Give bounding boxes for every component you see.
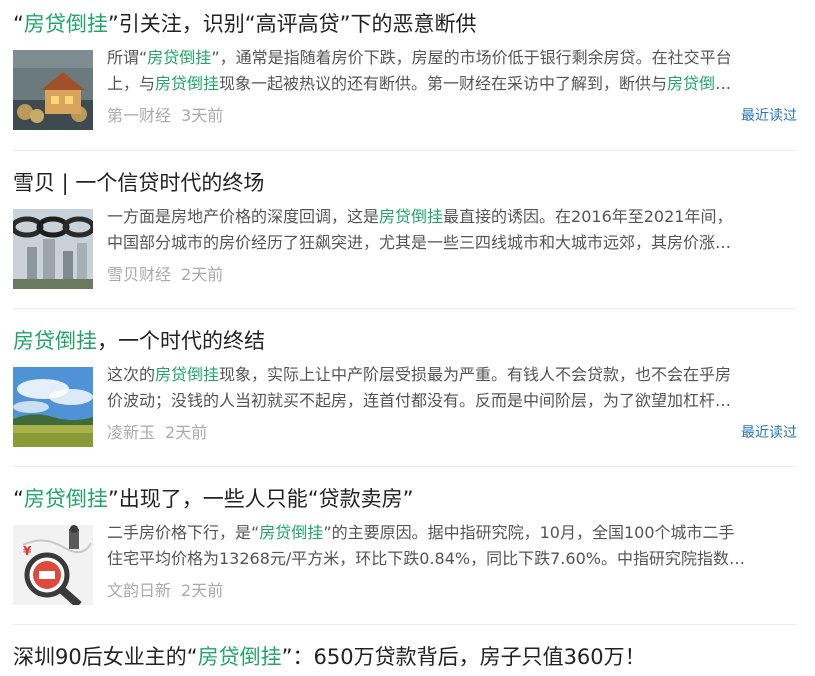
divider xyxy=(13,308,797,309)
article-meta: 第一财经 3天前 xyxy=(107,104,223,128)
article-time: 2天前 xyxy=(181,265,224,284)
text-segment: ”引关注，识别“高评高贷”下的恶意断供 xyxy=(107,12,477,36)
text-segment: 这次的 xyxy=(107,365,156,384)
recently-read-badge[interactable]: 最近读过 xyxy=(741,106,797,126)
text-segment: 深圳90后女业主的“ xyxy=(13,645,198,669)
highlighted-keyword: 房贷倒挂 xyxy=(155,365,220,384)
text-segment: 雪贝 | 一个信贷时代的终场 xyxy=(13,171,265,195)
article-item[interactable]: 深圳90后女业主的“房贷倒挂”：650万贷款背后，房子只值360万！ xyxy=(13,642,797,674)
house-model-coins-image[interactable] xyxy=(13,50,93,130)
snippet-line: 一方面是房地产价格的深度回调，这是房贷倒挂最直接的诱因。在2016年至2021年… xyxy=(107,204,797,230)
highlighted-keyword: 房贷倒挂 xyxy=(259,523,324,542)
text-segment: 二手房价格下行，是“ xyxy=(107,523,260,542)
snippet-line: 所谓“房贷倒挂”，通常是指随着房价下跌，房屋的市场价低于银行剩余房贷。在社交平台 xyxy=(107,45,797,71)
text-segment: 现象，实际上让中产阶层受损最为严重。有钱人不会贷款，也不会在乎房 xyxy=(219,365,732,384)
article-meta: 凌新玉 2天前 xyxy=(107,421,207,445)
text-segment: ”出现了，一些人只能“贷款卖房” xyxy=(107,487,414,511)
highlighted-keyword: 房贷倒挂 xyxy=(13,329,97,353)
svg-text:¥: ¥ xyxy=(23,544,32,558)
text-segment: ”，通常是指随着房价下跌，房屋的市场价低于银行剩余房贷。在社交平台 xyxy=(211,48,732,67)
text-segment: “ xyxy=(13,487,24,511)
text-segment: 上，与 xyxy=(107,74,156,93)
article-snippet: 所谓“房贷倒挂”，通常是指随着房价下跌，房屋的市场价低于银行剩余房贷。在社交平台… xyxy=(107,45,797,97)
magnifier-loan-image[interactable]: ¥ xyxy=(13,525,93,605)
text-segment: 住宅平均价格为13268元/平方米，环比下跌0.84%，同比下跌7.60%。中指… xyxy=(107,549,745,568)
article-source[interactable]: 文韵日新 xyxy=(107,581,171,600)
text-segment: 价波动；没钱的人当初就买不起房，连首付都没有。反而是中间阶层，为了欲望加杠杆… xyxy=(107,391,732,410)
chain-buildings-image[interactable] xyxy=(13,209,93,289)
text-segment: 一方面是房地产价格的深度回调，这是 xyxy=(107,207,380,226)
text-segment: 最直接的诱因。在2016年至2021年间， xyxy=(443,207,733,226)
article-source[interactable]: 凌新玉 xyxy=(107,423,155,442)
text-segment: ”：650万贷款背后，房子只值360万！ xyxy=(281,645,646,669)
article-feed: “房贷倒挂”引关注，识别“高评高贷”下的恶意断供 所谓“房贷倒挂”，通常是指随着… xyxy=(0,0,815,676)
highlighted-keyword: 房贷倒挂 xyxy=(23,12,108,36)
article-snippet: 一方面是房地产价格的深度回调，这是房贷倒挂最直接的诱因。在2016年至2021年… xyxy=(107,204,797,256)
article-title[interactable]: 雪贝 | 一个信贷时代的终场 xyxy=(13,168,797,198)
article-time: 3天前 xyxy=(181,106,224,125)
article-title[interactable]: 深圳90后女业主的“房贷倒挂”：650万贷款背后，房子只值360万！ xyxy=(13,642,797,672)
snippet-line: 中国部分城市的房价经历了狂飙突进，尤其是一些三四线城市和大城市远郊，其房价涨… xyxy=(107,230,797,256)
text-segment: ”的主要原因。据中指研究院，10月，全国100个城市二手 xyxy=(323,523,735,542)
text-segment: 所谓“ xyxy=(107,48,148,67)
article-title[interactable]: 房贷倒挂，一个时代的终结 xyxy=(13,326,797,356)
article-item[interactable]: 房贷倒挂，一个时代的终结 这次的房贷倒挂现象，实际上让中产阶层受损最为严重。有钱… xyxy=(13,326,797,452)
landscape-sky-field-image[interactable] xyxy=(13,367,93,447)
text-segment: … xyxy=(715,74,732,93)
highlighted-keyword: 房贷倒挂 xyxy=(155,74,220,93)
snippet-line: 价波动；没钱的人当初就买不起房，连首付都没有。反而是中间阶层，为了欲望加杠杆… xyxy=(107,388,797,414)
article-source[interactable]: 第一财经 xyxy=(107,106,171,125)
divider xyxy=(13,624,797,625)
text-segment: “ xyxy=(13,12,24,36)
article-snippet: 这次的房贷倒挂现象，实际上让中产阶层受损最为严重。有钱人不会贷款，也不会在乎房 … xyxy=(107,362,797,414)
article-snippet: 二手房价格下行，是“房贷倒挂”的主要原因。据中指研究院，10月，全国100个城市… xyxy=(107,520,797,572)
snippet-line: 上，与房贷倒挂现象一起被热议的还有断供。第一财经在采访中了解到，断供与房贷倒… xyxy=(107,71,797,97)
article-item[interactable]: 雪贝 | 一个信贷时代的终场 一方面是房地产价格的深度回调，这是房贷倒挂最直接的… xyxy=(13,168,797,294)
divider xyxy=(13,150,797,151)
highlighted-keyword: 房贷倒挂 xyxy=(23,487,108,511)
article-time: 2天前 xyxy=(165,423,208,442)
article-title[interactable]: “房贷倒挂”引关注，识别“高评高贷”下的恶意断供 xyxy=(13,9,797,39)
highlighted-keyword: 房贷倒挂 xyxy=(147,48,212,67)
text-segment: 中国部分城市的房价经历了狂飙突进，尤其是一些三四线城市和大城市远郊，其房价涨… xyxy=(107,233,732,252)
text-segment: ，一个时代的终结 xyxy=(97,329,265,353)
highlighted-keyword: 房贷倒 xyxy=(667,74,716,93)
article-item[interactable]: “房贷倒挂”引关注，识别“高评高贷”下的恶意断供 所谓“房贷倒挂”，通常是指随着… xyxy=(13,9,797,135)
recently-read-badge[interactable]: 最近读过 xyxy=(741,423,797,443)
text-segment: 现象一起被热议的还有断供。第一财经在采访中了解到，断供与 xyxy=(219,74,668,93)
article-title[interactable]: “房贷倒挂”出现了，一些人只能“贷款卖房” xyxy=(13,484,797,514)
snippet-line: 二手房价格下行，是“房贷倒挂”的主要原因。据中指研究院，10月，全国100个城市… xyxy=(107,520,797,546)
snippet-line: 这次的房贷倒挂现象，实际上让中产阶层受损最为严重。有钱人不会贷款，也不会在乎房 xyxy=(107,362,797,388)
article-meta: 雪贝财经 2天前 xyxy=(107,263,223,287)
article-time: 2天前 xyxy=(181,581,224,600)
article-meta: 文韵日新 2天前 xyxy=(107,579,223,603)
highlighted-keyword: 房贷倒挂 xyxy=(197,645,282,669)
snippet-line: 住宅平均价格为13268元/平方米，环比下跌0.84%，同比下跌7.60%。中指… xyxy=(107,546,797,572)
article-source[interactable]: 雪贝财经 xyxy=(107,265,171,284)
highlighted-keyword: 房贷倒挂 xyxy=(379,207,444,226)
divider xyxy=(13,466,797,467)
article-item[interactable]: “房贷倒挂”出现了，一些人只能“贷款卖房” ¥ 二手房价格下行，是“房贷倒挂”的… xyxy=(13,484,797,610)
